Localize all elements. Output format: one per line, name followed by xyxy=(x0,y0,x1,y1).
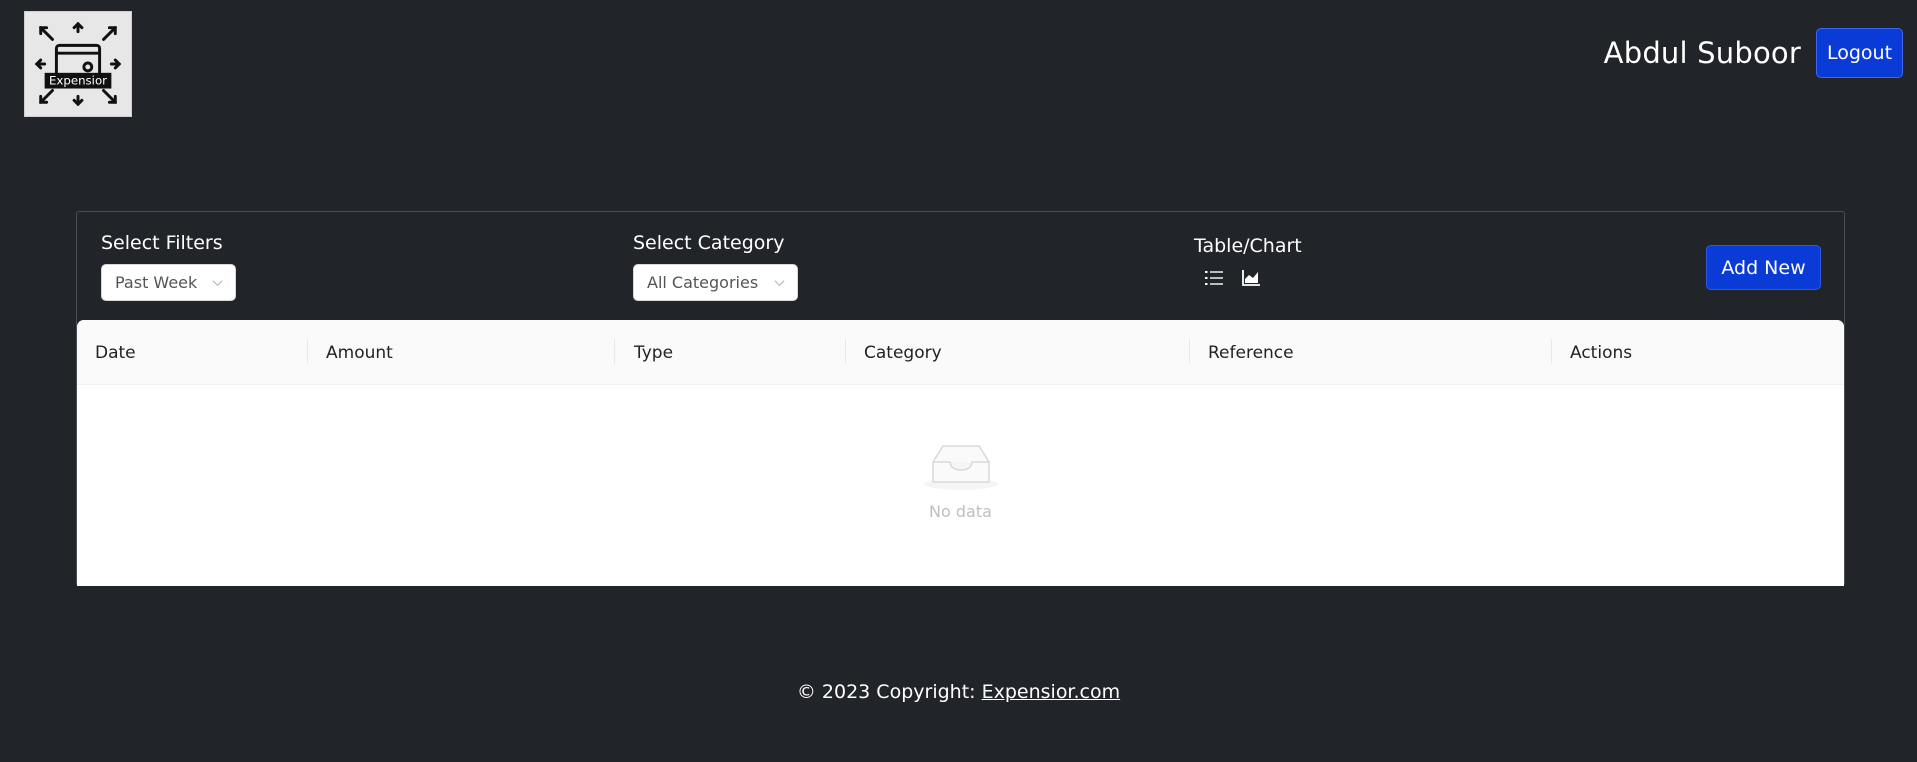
column-header-type[interactable]: Type xyxy=(634,320,673,385)
select-filters-label: Select Filters xyxy=(101,232,223,254)
app-logo[interactable]: Expensior xyxy=(24,11,132,117)
column-divider xyxy=(845,339,846,364)
logo-text: Expensior xyxy=(49,74,107,88)
column-divider xyxy=(1551,339,1552,364)
empty-inbox-icon xyxy=(923,445,998,490)
category-select[interactable]: All Categories xyxy=(633,264,798,301)
add-new-button[interactable]: Add New xyxy=(1706,245,1821,290)
column-divider xyxy=(1189,339,1190,364)
copyright-text: © 2023 Copyright: xyxy=(796,681,982,703)
footer: © 2023 Copyright: Expensior.com xyxy=(0,681,1917,703)
transactions-table: Date Amount Type Category Reference Acti… xyxy=(77,320,1844,586)
logout-button[interactable]: Logout xyxy=(1816,28,1903,78)
column-header-actions[interactable]: Actions xyxy=(1570,320,1632,385)
frequency-select-value: Past Week xyxy=(115,273,198,292)
footer-link[interactable]: Expensior.com xyxy=(982,681,1121,703)
list-icon[interactable] xyxy=(1203,267,1225,289)
no-data-text: No data xyxy=(929,502,992,521)
user-name: Abdul Suboor xyxy=(1603,36,1801,70)
chevron-down-icon xyxy=(212,280,223,287)
area-chart-icon[interactable] xyxy=(1240,267,1262,289)
column-header-amount[interactable]: Amount xyxy=(326,320,393,385)
expensior-logo-icon: Expensior xyxy=(34,21,122,107)
empty-state: No data xyxy=(77,440,1844,521)
column-header-category[interactable]: Category xyxy=(864,320,942,385)
column-header-reference[interactable]: Reference xyxy=(1208,320,1294,385)
category-select-value: All Categories xyxy=(647,273,759,292)
frequency-select[interactable]: Past Week xyxy=(101,264,236,301)
chevron-down-icon xyxy=(774,280,785,287)
transactions-panel: Select Filters Past Week Select Category… xyxy=(76,211,1845,586)
column-divider xyxy=(307,339,308,364)
table-chart-label: Table/Chart xyxy=(1194,235,1302,257)
column-header-date[interactable]: Date xyxy=(95,320,136,385)
filters-bar: Select Filters Past Week Select Category… xyxy=(77,212,1844,322)
select-category-label: Select Category xyxy=(633,232,785,254)
column-divider xyxy=(614,339,615,364)
table-header: Date Amount Type Category Reference Acti… xyxy=(77,320,1844,385)
